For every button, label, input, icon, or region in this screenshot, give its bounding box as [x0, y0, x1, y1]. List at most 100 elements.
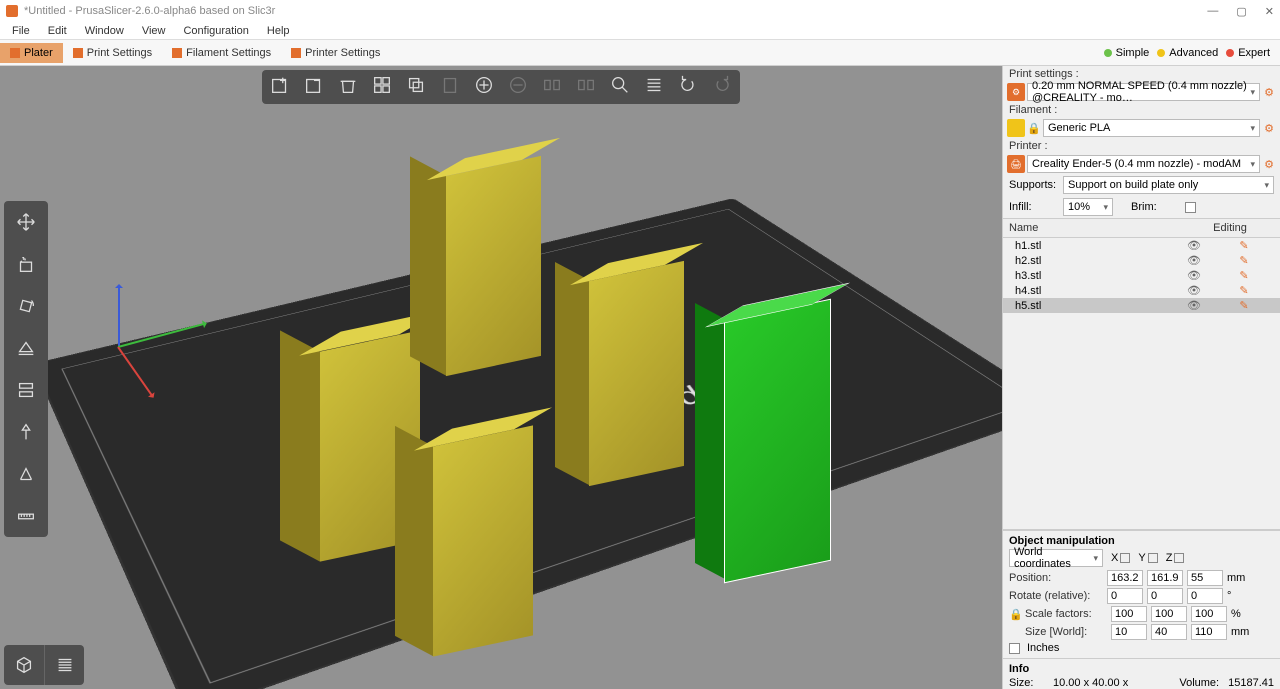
paste-button[interactable]: [438, 74, 462, 101]
add-instance-button[interactable]: [472, 74, 496, 101]
variable-layer-button[interactable]: [642, 74, 666, 101]
tab-filament-settings[interactable]: Filament Settings: [162, 43, 281, 63]
split-parts-button[interactable]: [574, 74, 598, 101]
menu-window[interactable]: Window: [77, 24, 132, 38]
measure-tool[interactable]: [4, 495, 48, 537]
add-button[interactable]: [268, 74, 292, 101]
filament-dropdown[interactable]: Generic PLA▾: [1043, 119, 1260, 137]
move-tool[interactable]: [4, 201, 48, 243]
infill-dropdown[interactable]: 10%▾: [1063, 198, 1113, 216]
menu-help[interactable]: Help: [259, 24, 298, 38]
rotate-z-input[interactable]: [1187, 588, 1223, 604]
brim-checkbox[interactable]: [1185, 202, 1196, 213]
scale-y-input[interactable]: [1151, 606, 1187, 622]
filament-gear[interactable]: ⚙: [1262, 122, 1276, 135]
tab-plater[interactable]: Plater: [0, 43, 63, 63]
tab-printer-settings[interactable]: Printer Settings: [281, 43, 390, 63]
edit-object-button[interactable]: ✎: [1214, 299, 1274, 312]
window-controls: — ▢ ✕: [1207, 5, 1274, 18]
info-size-value: 10.00 x 40.00 x 110.00: [1053, 677, 1161, 689]
menubar: File Edit Window View Configuration Help: [0, 22, 1280, 40]
close-button[interactable]: ✕: [1265, 5, 1274, 18]
rotate-y-input[interactable]: [1147, 588, 1183, 604]
minimize-button[interactable]: —: [1207, 5, 1218, 18]
size-unit: mm: [1231, 626, 1251, 638]
scale-z-input[interactable]: [1191, 606, 1227, 622]
mode-switcher: Simple Advanced Expert: [1104, 47, 1280, 59]
col-editing: Editing: [1180, 219, 1280, 237]
view-preview-button[interactable]: [44, 645, 84, 685]
supports-dropdown[interactable]: Support on build plate only▾: [1063, 176, 1274, 194]
menu-configuration[interactable]: Configuration: [175, 24, 256, 38]
scale-tool[interactable]: [4, 243, 48, 285]
mode-advanced[interactable]: Advanced: [1157, 47, 1218, 59]
edit-object-button[interactable]: ✎: [1214, 284, 1274, 297]
visibility-toggle[interactable]: 👁: [1174, 284, 1214, 297]
position-y-input[interactable]: [1147, 570, 1183, 586]
rotate-x-input[interactable]: [1107, 588, 1143, 604]
visibility-toggle[interactable]: 👁: [1174, 299, 1214, 312]
coord-mode-dropdown[interactable]: World coordinates▾: [1009, 549, 1103, 567]
position-x-input[interactable]: [1107, 570, 1143, 586]
visibility-toggle[interactable]: 👁: [1174, 254, 1214, 267]
cut-tool[interactable]: [4, 369, 48, 411]
plater-icon: [10, 48, 20, 58]
search-button[interactable]: [608, 74, 632, 101]
object-row[interactable]: h3.stl👁✎: [1003, 268, 1280, 283]
info-volume-value: 15187.41: [1228, 677, 1274, 689]
object-list-header: Name Editing: [1003, 219, 1280, 238]
delete-all-button[interactable]: [336, 74, 360, 101]
seam-tool[interactable]: [4, 453, 48, 495]
visibility-toggle[interactable]: 👁: [1174, 269, 1214, 282]
filament-value: Generic PLA: [1048, 122, 1110, 134]
split-objects-button[interactable]: [540, 74, 564, 101]
tab-print-settings[interactable]: Print Settings: [63, 43, 162, 63]
printer-label: Printer :: [1003, 138, 1280, 154]
axis-z-icon: [118, 286, 120, 346]
printer-gear[interactable]: ⚙: [1262, 158, 1276, 171]
inches-checkbox[interactable]: [1009, 643, 1020, 654]
scale-x-input[interactable]: [1111, 606, 1147, 622]
menu-file[interactable]: File: [4, 24, 38, 38]
menu-edit[interactable]: Edit: [40, 24, 75, 38]
copy-button[interactable]: [404, 74, 428, 101]
mode-simple[interactable]: Simple: [1104, 47, 1150, 59]
object-list-spacer: [1003, 313, 1280, 529]
object-row[interactable]: h5.stl👁✎: [1003, 298, 1280, 313]
maximize-button[interactable]: ▢: [1236, 5, 1246, 18]
filament-color-icon[interactable]: [1007, 119, 1025, 137]
redo-button[interactable]: [710, 74, 734, 101]
view-3d-button[interactable]: [4, 645, 44, 685]
size-y-input[interactable]: [1151, 624, 1187, 640]
filament-label: Filament :: [1003, 102, 1280, 118]
lock-scale-icon[interactable]: 🔒: [1009, 608, 1021, 621]
edit-object-button[interactable]: ✎: [1214, 269, 1274, 282]
object-row[interactable]: h2.stl👁✎: [1003, 253, 1280, 268]
mode-expert[interactable]: Expert: [1226, 47, 1270, 59]
paint-supports-tool[interactable]: [4, 411, 48, 453]
square-icon: [1174, 553, 1184, 563]
mode-advanced-label: Advanced: [1169, 47, 1218, 59]
menu-view[interactable]: View: [134, 24, 174, 38]
object-name: h3.stl: [1009, 270, 1174, 282]
square-icon: [1148, 553, 1158, 563]
position-z-input[interactable]: [1187, 570, 1223, 586]
info-title: Info: [1009, 663, 1274, 675]
printer-dropdown[interactable]: Creality Ender-5 (0.4 mm nozzle) - modAM…: [1027, 155, 1260, 173]
place-on-face-tool[interactable]: [4, 327, 48, 369]
print-preset-gear[interactable]: ⚙: [1262, 86, 1276, 99]
edit-object-button[interactable]: ✎: [1214, 239, 1274, 252]
undo-button[interactable]: [676, 74, 700, 101]
delete-button[interactable]: [302, 74, 326, 101]
print-preset-dropdown[interactable]: 0.20 mm NORMAL SPEED (0.4 mm nozzle) @CR…: [1027, 83, 1260, 101]
rotate-tool[interactable]: [4, 285, 48, 327]
viewport-3d[interactable]: Ender: [0, 66, 1002, 689]
remove-instance-button[interactable]: [506, 74, 530, 101]
object-row[interactable]: h4.stl👁✎: [1003, 283, 1280, 298]
size-x-input[interactable]: [1111, 624, 1147, 640]
arrange-button[interactable]: [370, 74, 394, 101]
edit-object-button[interactable]: ✎: [1214, 254, 1274, 267]
visibility-toggle[interactable]: 👁: [1174, 239, 1214, 252]
size-z-input[interactable]: [1191, 624, 1227, 640]
object-row[interactable]: h1.stl👁✎: [1003, 238, 1280, 253]
